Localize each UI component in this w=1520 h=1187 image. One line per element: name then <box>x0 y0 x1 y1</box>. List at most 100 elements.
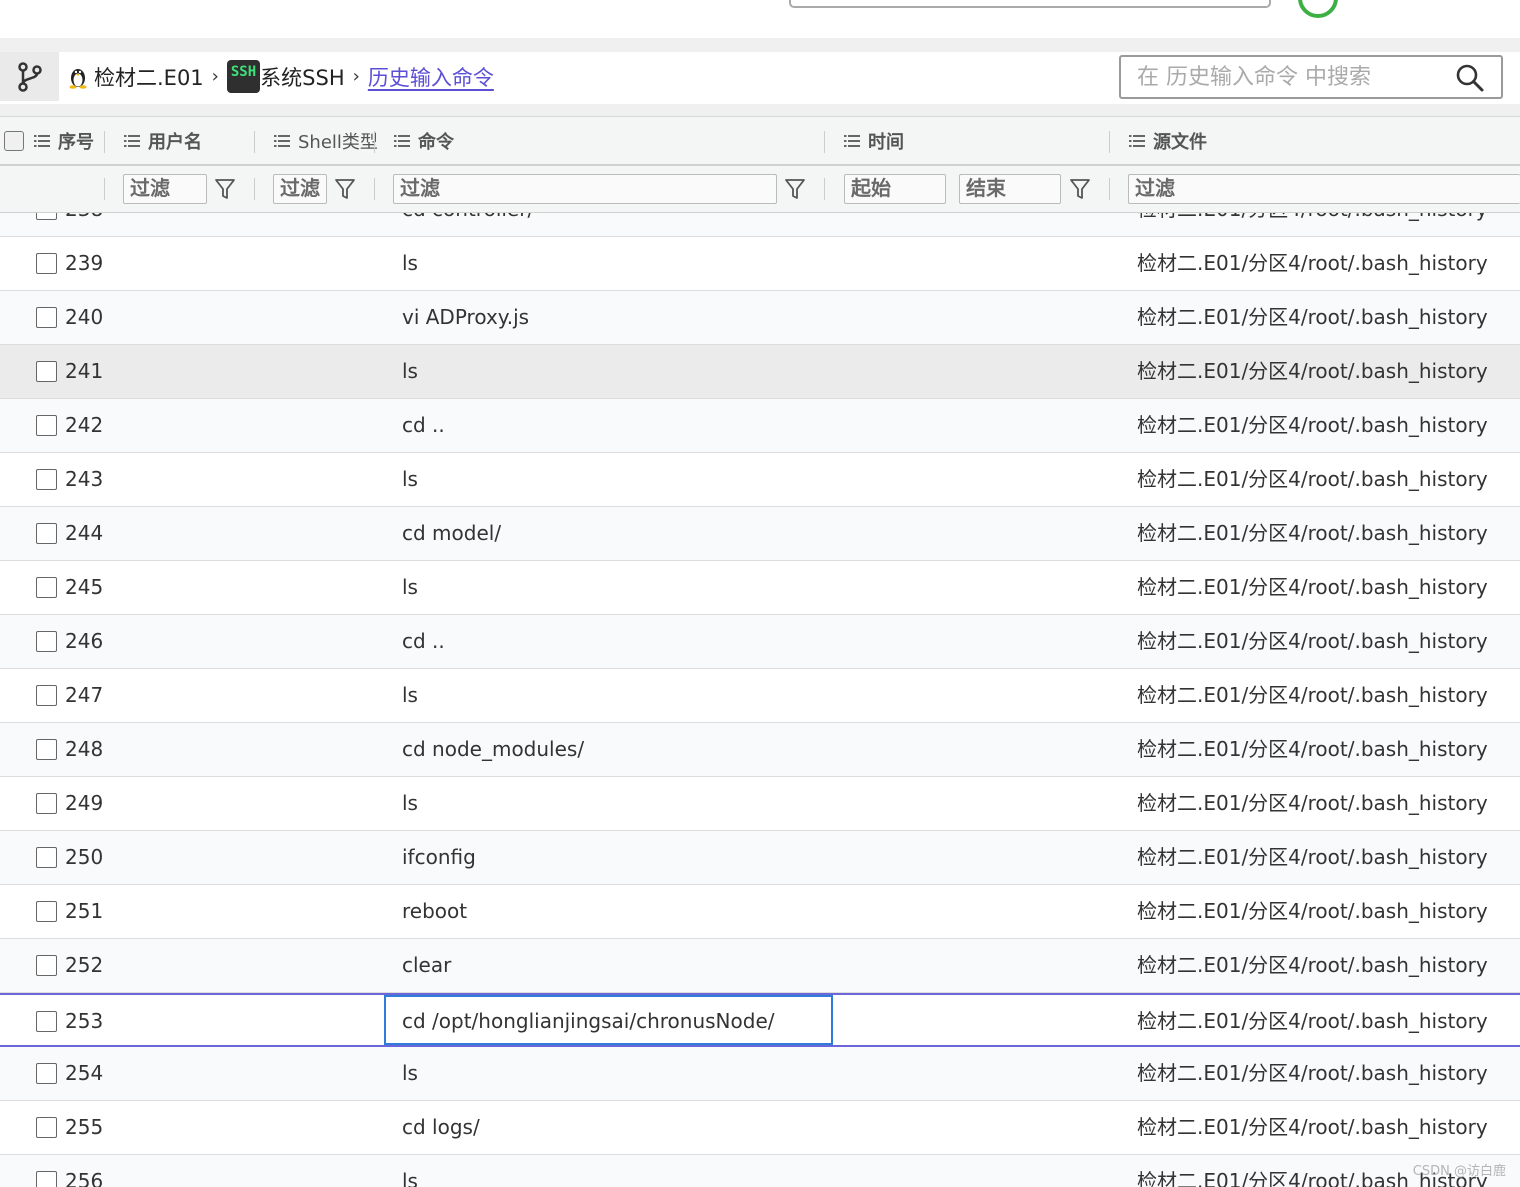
row-checkbox[interactable] <box>36 361 57 382</box>
row-command[interactable]: cd /opt/honglianjingsai/chronusNode/ <box>402 995 774 1047</box>
breadcrumb-current[interactable]: 历史输入命令 <box>368 62 494 92</box>
table-row[interactable]: 246 cd .. 检材二.E01/分区4/root/.bash_history <box>0 615 1520 669</box>
filter-icon[interactable] <box>1069 177 1091 201</box>
shell-filter-input[interactable]: 过滤 <box>273 174 327 204</box>
table-row[interactable]: 248 cd node_modules/检材二.E01/分区4/root/.bas… <box>0 723 1520 777</box>
row-command[interactable]: vi ADProxy.js <box>402 291 529 343</box>
row-source-file[interactable]: 检材二.E01/分区4/root/.bash_history <box>1137 453 1488 505</box>
column-resize-handle[interactable] <box>104 131 105 153</box>
row-command[interactable]: ifconfig <box>402 831 476 883</box>
row-source-file[interactable]: 检材二.E01/分区4/root/.bash_history <box>1137 885 1488 937</box>
row-checkbox[interactable] <box>36 901 57 922</box>
row-checkbox[interactable] <box>36 307 57 328</box>
top-input-field[interactable] <box>789 0 1271 8</box>
row-checkbox[interactable] <box>36 523 57 544</box>
row-source-file[interactable]: 检材二.E01/分区4/root/.bash_history <box>1137 669 1488 721</box>
row-source-file[interactable]: 检材二.E01/分区4/root/.bash_history <box>1137 213 1488 235</box>
row-command[interactable]: cd controller/ <box>402 213 534 235</box>
row-command[interactable]: cd .. <box>402 615 445 667</box>
row-command[interactable]: ls <box>402 1047 418 1099</box>
table-row[interactable]: 247 ls 检材二.E01/分区4/root/.bash_history <box>0 669 1520 723</box>
table-row[interactable]: 242 cd .. 检材二.E01/分区4/root/.bash_history <box>0 399 1520 453</box>
table-row[interactable]: 244 cd model/检材二.E01/分区4/root/.bash_histo… <box>0 507 1520 561</box>
column-header-shell[interactable]: Shell类型 <box>274 117 378 165</box>
source-filter-input[interactable]: 过滤 <box>1128 174 1520 204</box>
table-row[interactable]: 238 cd controller/检材二.E01/分区4/root/.bash_… <box>0 213 1520 237</box>
row-checkbox[interactable] <box>36 1117 57 1138</box>
search-input[interactable] <box>1135 62 1439 92</box>
row-source-file[interactable]: 检材二.E01/分区4/root/.bash_history <box>1137 399 1488 451</box>
row-checkbox[interactable] <box>36 1063 57 1084</box>
row-checkbox[interactable] <box>36 739 57 760</box>
row-command[interactable]: cd node_modules/ <box>402 723 584 775</box>
search-icon[interactable] <box>1455 63 1485 93</box>
table-row[interactable]: 249 ls 检材二.E01/分区4/root/.bash_history <box>0 777 1520 831</box>
select-all-checkbox[interactable] <box>4 131 24 151</box>
row-command[interactable]: ls <box>402 345 418 397</box>
row-command[interactable]: ls <box>402 777 418 829</box>
filter-icon[interactable] <box>214 177 236 201</box>
row-command[interactable]: ls <box>402 1155 418 1187</box>
table-row[interactable]: 240 vi ADProxy.js 检材二.E01/分区4/root/.bash_h… <box>0 291 1520 345</box>
row-checkbox[interactable] <box>36 213 57 220</box>
row-source-file[interactable]: 检材二.E01/分区4/root/.bash_history <box>1137 723 1488 775</box>
column-resize-handle[interactable] <box>1109 131 1110 153</box>
row-command[interactable]: ls <box>402 669 418 721</box>
row-source-file[interactable]: 检材二.E01/分区4/root/.bash_history <box>1137 237 1488 289</box>
row-command[interactable]: reboot <box>402 885 467 937</box>
row-source-file[interactable]: 检材二.E01/分区4/root/.bash_history <box>1137 831 1488 883</box>
column-header-seq[interactable]: 序号 <box>34 117 94 165</box>
table-row[interactable]: 243 ls 检材二.E01/分区4/root/.bash_history <box>0 453 1520 507</box>
column-header-command[interactable]: 命令 <box>394 117 454 165</box>
branch-button[interactable] <box>0 52 59 101</box>
row-command[interactable]: ls <box>402 561 418 613</box>
table-row[interactable]: 250 ifconfig 检材二.E01/分区4/root/.bash_histor… <box>0 831 1520 885</box>
table-row[interactable]: 245 ls 检材二.E01/分区4/root/.bash_history <box>0 561 1520 615</box>
row-checkbox[interactable] <box>36 1011 57 1032</box>
column-header-username[interactable]: 用户名 <box>124 117 202 165</box>
breadcrumb-device[interactable]: 检材二.E01 <box>94 62 204 92</box>
row-source-file[interactable]: 检材二.E01/分区4/root/.bash_history <box>1137 561 1488 613</box>
username-filter-input[interactable]: 过滤 <box>123 174 207 204</box>
column-resize-handle[interactable] <box>824 131 825 153</box>
column-header-source[interactable]: 源文件 <box>1129 117 1207 165</box>
row-checkbox[interactable] <box>36 415 57 436</box>
row-command[interactable]: cd model/ <box>402 507 501 559</box>
row-source-file[interactable]: 检材二.E01/分区4/root/.bash_history <box>1137 615 1488 667</box>
filter-icon[interactable] <box>784 177 806 201</box>
table-row[interactable]: 254 ls 检材二.E01/分区4/root/.bash_history <box>0 1047 1520 1101</box>
column-resize-handle[interactable] <box>374 131 375 153</box>
table-row[interactable]: 253 cd /opt/honglianjingsai/chronusNode/检… <box>0 993 1520 1047</box>
row-source-file[interactable]: 检材二.E01/分区4/root/.bash_history <box>1137 291 1488 343</box>
table-row[interactable]: 239 ls 检材二.E01/分区4/root/.bash_history <box>0 237 1520 291</box>
row-command[interactable]: ls <box>402 237 418 289</box>
row-checkbox[interactable] <box>36 847 57 868</box>
column-resize-handle[interactable] <box>254 131 255 153</box>
row-checkbox[interactable] <box>36 685 57 706</box>
table-row[interactable]: 241 ls 检材二.E01/分区4/root/.bash_history <box>0 345 1520 399</box>
table-row[interactable]: 256 ls 检材二.E01/分区4/root/.bash_history <box>0 1155 1520 1187</box>
time-start-input[interactable]: 起始 <box>844 174 946 204</box>
command-filter-input[interactable]: 过滤 <box>393 174 777 204</box>
row-checkbox[interactable] <box>36 1171 57 1187</box>
breadcrumb-system[interactable]: 系统SSH <box>260 62 344 92</box>
time-end-input[interactable]: 结束 <box>959 174 1061 204</box>
row-source-file[interactable]: 检材二.E01/分区4/root/.bash_history <box>1137 995 1488 1047</box>
row-checkbox[interactable] <box>36 955 57 976</box>
row-source-file[interactable]: 检材二.E01/分区4/root/.bash_history <box>1137 1101 1488 1153</box>
table-row[interactable]: 251 reboot 检材二.E01/分区4/root/.bash_history <box>0 885 1520 939</box>
row-command[interactable]: cd logs/ <box>402 1101 480 1153</box>
filter-icon[interactable] <box>334 177 356 201</box>
column-header-time[interactable]: 时间 <box>844 117 904 165</box>
row-checkbox[interactable] <box>36 793 57 814</box>
row-source-file[interactable]: 检材二.E01/分区4/root/.bash_history <box>1137 939 1488 991</box>
row-checkbox[interactable] <box>36 577 57 598</box>
row-source-file[interactable]: 检材二.E01/分区4/root/.bash_history <box>1137 345 1488 397</box>
row-source-file[interactable]: 检材二.E01/分区4/root/.bash_history <box>1137 777 1488 829</box>
row-checkbox[interactable] <box>36 469 57 490</box>
row-source-file[interactable]: 检材二.E01/分区4/root/.bash_history <box>1137 507 1488 559</box>
row-command[interactable]: ls <box>402 453 418 505</box>
table-row[interactable]: 252 clear 检材二.E01/分区4/root/.bash_history <box>0 939 1520 993</box>
row-command[interactable]: cd .. <box>402 399 445 451</box>
row-source-file[interactable]: 检材二.E01/分区4/root/.bash_history <box>1137 1047 1488 1099</box>
